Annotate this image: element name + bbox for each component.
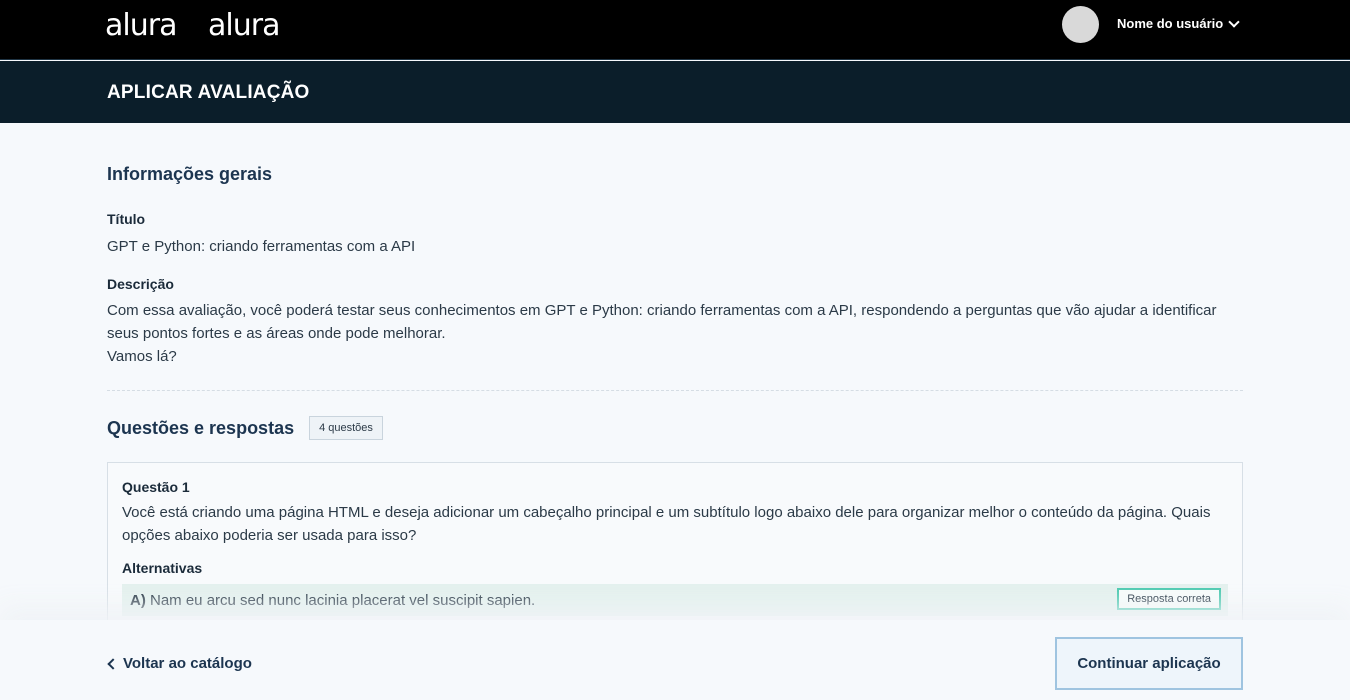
avatar[interactable] xyxy=(1062,6,1099,43)
description-label: Descrição xyxy=(107,276,174,292)
general-info-heading: Informações gerais xyxy=(107,164,273,184)
top-navigation-bar: alura alura Nome do usuário xyxy=(0,0,1350,60)
footer-bar: Voltar ao catálogo Continuar aplicação xyxy=(0,620,1350,700)
alternative-content: Nam eu arcu sed nunc lacinia placerat ve… xyxy=(150,591,536,609)
back-to-catalog-link[interactable]: Voltar ao catálogo xyxy=(107,655,252,672)
question-count-badge: 4 questões xyxy=(309,416,383,440)
chevron-left-icon xyxy=(107,657,119,670)
alternative-letter: A) xyxy=(130,591,146,609)
alternative-text: A) Nam eu arcu sed nunc lacinia placerat… xyxy=(130,592,535,609)
page-title: APLICAR AVALIAÇÃO xyxy=(107,82,310,103)
chevron-down-icon xyxy=(1228,15,1240,28)
continue-application-button[interactable]: Continuar aplicação xyxy=(1055,637,1243,690)
title-label: Título xyxy=(107,211,146,227)
title-value: GPT e Python: criando ferramentas com a … xyxy=(107,238,416,255)
alura-logo[interactable]: alura xyxy=(105,6,177,46)
section-divider xyxy=(107,390,1243,391)
description-text: Com essa avaliação, você poderá testar s… xyxy=(107,302,1217,342)
description-value: Com essa avaliação, você poderá testar s… xyxy=(107,299,1227,368)
questions-heading: Questões e respostas xyxy=(107,417,295,438)
page-title-bar: APLICAR AVALIAÇÃO xyxy=(0,61,1350,123)
alternatives-label: Alternativas xyxy=(122,560,203,576)
alura-logo-secondary[interactable]: alura xyxy=(208,6,280,46)
description-closing: Vamos lá? xyxy=(107,348,177,365)
back-link-label: Voltar ao catálogo xyxy=(123,655,252,672)
question-label: Questão 1 xyxy=(122,479,190,495)
user-menu[interactable]: Nome do usuário xyxy=(1117,15,1240,31)
questions-header: Questões e respostas 4 questões xyxy=(107,416,383,440)
user-name: Nome do usuário xyxy=(1117,16,1224,31)
question-card: Questão 1 Você está criando uma página H… xyxy=(107,462,1243,632)
question-text: Você está criando uma página HTML e dese… xyxy=(122,504,1211,544)
alternative-row-correct: A) Nam eu arcu sed nunc lacinia placerat… xyxy=(122,584,1228,616)
correct-answer-badge: Resposta correta xyxy=(1117,588,1221,610)
